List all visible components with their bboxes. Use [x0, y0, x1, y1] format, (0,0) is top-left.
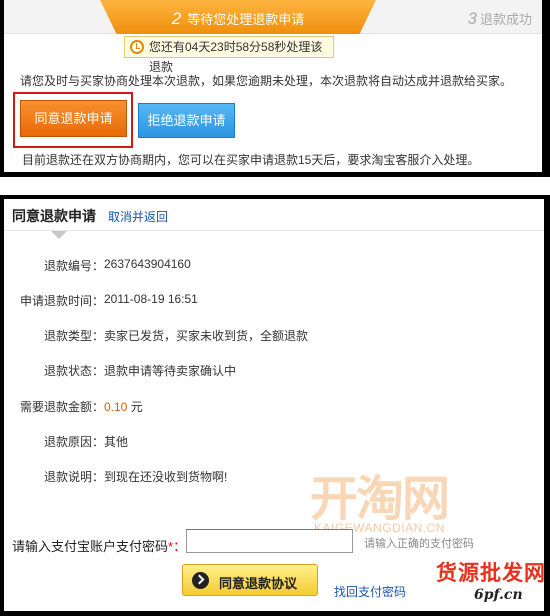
refund-amount: 0.10 [104, 400, 128, 414]
reject-refund-button[interactable]: 拒绝退款申请 [138, 103, 235, 138]
detail-value: 0.10 元 [104, 398, 143, 415]
detail-label: 退款状态： [43, 364, 104, 378]
detail-value: 2637643904160 [104, 257, 191, 271]
panel-title: 同意退款申请 [12, 208, 96, 224]
payment-password-input[interactable] [186, 529, 353, 553]
detail-row: 退款编号： 2637643904160 [4, 257, 544, 275]
detail-row: 退款状态： 退款申请等待卖家确认中 [4, 362, 544, 380]
step-current-label: 等待您处理退款申请 [187, 12, 305, 27]
arrow-right-icon [192, 572, 209, 589]
find-password-link[interactable]: 找回支付密码 [334, 583, 406, 600]
detail-row: 需要退款金额： 0.10 元 [4, 398, 544, 416]
detail-label: 需要退款金额： [19, 400, 104, 414]
password-hint: 请输入正确的支付密码 [364, 538, 474, 550]
detail-row: 退款原因： 其他 [4, 433, 544, 451]
countdown-text: 您还有04天23时58分58秒处理该退款 [149, 40, 323, 74]
detail-value: 退款申请等待卖家确认中 [104, 364, 237, 378]
detail-label: 退款说明： [43, 470, 104, 484]
detail-label: 申请退款时间： [19, 294, 104, 308]
logo-text: 货源批发网 [436, 560, 546, 585]
agree-protocol-button[interactable]: 同意退款协议 [182, 564, 318, 596]
detail-label: 退款类型： [43, 329, 104, 343]
logo-url: 6pf.cn [474, 587, 523, 603]
agree-refund-content: 同意退款申请 取消并返回 退款编号： 2637643904160 申请退款时间：… [4, 199, 544, 611]
site-logo: 货源批发网 6pf.cn [436, 557, 548, 613]
agree-refund-panel: 同意退款申请 取消并返回 退款编号： 2637643904160 申请退款时间：… [0, 195, 550, 616]
agree-refund-button[interactable]: 同意退款申请 [20, 100, 127, 137]
detail-value: 卖家已发货，买家未收到货，全额退款 [104, 329, 309, 343]
step-next: 3 退款成功 [468, 9, 532, 29]
panel-header: 同意退款申请 取消并返回 [4, 199, 544, 231]
currency-unit: 元 [130, 400, 143, 414]
required-mark: *： [168, 539, 187, 554]
detail-value: 2011-08-19 16:51 [104, 292, 198, 306]
detail-label: 退款原因： [43, 435, 104, 449]
agree-protocol-label: 同意退款协议 [219, 576, 298, 591]
step-next-number: 3 [467, 9, 477, 28]
progress-steps: 2 等待您处理退款申请 3 退款成功 [4, 0, 542, 34]
watermark: 开淘网 KAIGEWANGDIAN.CN [306, 459, 496, 539]
watermark-text: 开淘网 [310, 471, 450, 527]
refund-status-panel: 2 等待您处理退款申请 3 退款成功 您还有04天23时58分58秒处理该退款 请您… [0, 0, 550, 177]
refund-status-content: 2 等待您处理退款申请 3 退款成功 您还有04天23时58分58秒处理该退款 请您… [4, 0, 542, 172]
countdown-timer: 您还有04天23时58分58秒处理该退款 [124, 36, 334, 74]
clock-icon [130, 40, 144, 54]
password-label: 请输入支付宝账户支付密码*： [12, 539, 187, 554]
step-next-label: 退款成功 [479, 12, 532, 27]
refund-notice: 请您及时与买家协商处理本次退款，如果您逾期未处理，本次退款将自动达成并退款给买家… [20, 74, 513, 88]
detail-row: 退款类型： 卖家已发货，买家未收到货，全额退款 [4, 327, 544, 345]
detail-label: 退款编号： [43, 259, 104, 273]
step-current-number: 2 [171, 9, 182, 28]
pointer-arrow-icon [51, 231, 67, 239]
cancel-return-link[interactable]: 取消并返回 [108, 208, 168, 225]
step-current: 2 等待您处理退款申请 [100, 0, 376, 34]
negotiation-note: 目前退款还在双方协商期内，您可以在买家申请退款15天后，要求淘宝客服介入处理。 [22, 153, 480, 167]
detail-value: 到现在还没收到货物啊! [104, 470, 228, 484]
detail-row: 申请退款时间： 2011-08-19 16:51 [4, 292, 544, 310]
detail-value: 其他 [104, 435, 129, 449]
